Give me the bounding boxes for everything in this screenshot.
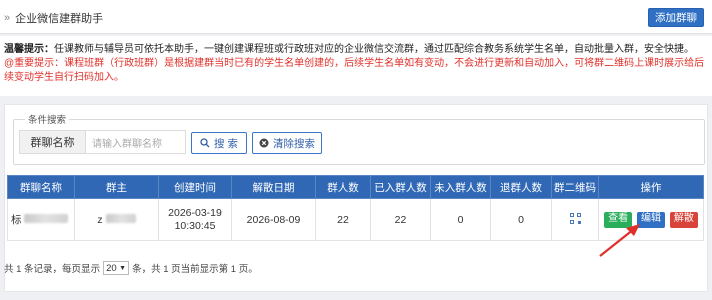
cell-actions: 查看 编辑 解散 [598, 198, 704, 241]
chevron-right-icon: » [4, 12, 11, 24]
table-row: 标 z 2026-03-19 10:30:45 2026-08-09 22 22… [7, 198, 704, 241]
col-group-name: 群聊名称 [7, 175, 75, 199]
page-info-text: 条，共 1 页当前显示第 1 页。 [132, 264, 258, 275]
table-header-row: 群聊名称 群主 创建时间 解散日期 群人数 已入群人数 未入群人数 退群人数 群… [7, 175, 704, 199]
col-left-count: 退群人数 [490, 175, 552, 199]
cell-qr-code [551, 198, 599, 241]
col-joined-count: 已入群人数 [370, 175, 431, 199]
qr-code-icon[interactable] [569, 212, 581, 224]
search-button[interactable]: 搜 索 [191, 132, 247, 154]
clear-search-button[interactable]: 清除搜索 [252, 132, 322, 154]
col-owner: 群主 [74, 175, 159, 199]
redacted-owner [105, 213, 136, 223]
notice-section: 温馨提示：任课教师与辅导员可依托本助手，一键创建课程班或行政班对应的企业微信交流… [0, 36, 712, 96]
tip-text: 任课教师与辅导员可依托本助手，一键创建课程班或行政班对应的企业微信交流群，通过匹… [54, 44, 694, 55]
search-button-label: 搜 索 [214, 137, 238, 150]
created-date: 2026-03-19 [168, 206, 222, 219]
page-title: » 企业微信建群助手 [4, 10, 103, 26]
clear-button-label: 清除搜索 [273, 137, 315, 150]
col-qr-code: 群二维码 [551, 175, 599, 199]
tip-label: 温馨提示： [4, 44, 54, 55]
cell-owner: z [74, 198, 159, 241]
page-size-select[interactable]: 20 ▼ [103, 261, 130, 275]
view-button[interactable]: 查看 [604, 211, 633, 228]
dissolve-button[interactable]: 解散 [669, 211, 698, 228]
owner-prefix: z [97, 213, 103, 226]
cell-dissolve-date: 2026-08-09 [231, 198, 316, 241]
page-title-text: 企业微信建群助手 [15, 13, 104, 25]
tip-paragraph: 温馨提示：任课教师与辅导员可依托本助手，一键创建课程班或行政班对应的企业微信交流… [4, 43, 708, 57]
cell-created-time: 2026-03-19 10:30:45 [158, 198, 232, 241]
cell-left-count: 0 [490, 198, 552, 241]
created-time: 10:30:45 [174, 219, 216, 232]
cell-not-joined-count: 0 [430, 198, 491, 241]
page-size-value: 20 [106, 262, 117, 274]
cell-group-name: 标 [7, 198, 75, 241]
redacted-group-name [24, 214, 69, 223]
groups-table: 群聊名称 群主 创建时间 解散日期 群人数 已入群人数 未入群人数 退群人数 群… [7, 175, 704, 241]
group-name-input[interactable]: 请输入群聊名称 [86, 130, 186, 154]
page-header: » 企业微信建群助手 添加群聊 [0, 0, 712, 34]
col-not-joined-count: 未入群人数 [430, 175, 491, 199]
cell-joined-count: 22 [370, 198, 431, 241]
col-actions: 操作 [598, 175, 704, 199]
total-records-text: 共 1 条记录，每页显示 [4, 264, 101, 275]
warning-text: @重要提示：课程班群（行政班群）是根据建群当时已有的学生名单创建的，后续学生名单… [4, 58, 705, 83]
pagination-info: 共 1 条记录，每页显示 20 ▼ 条，共 1 页当前显示第 1 页。 [4, 261, 258, 275]
search-legend: 条件搜索 [25, 112, 70, 126]
edit-button[interactable]: 编辑 [637, 211, 665, 228]
group-name-prefix: 标 [11, 214, 22, 226]
clear-icon [259, 138, 269, 148]
col-created-time: 创建时间 [158, 175, 232, 199]
col-dissolve-date: 解散日期 [231, 175, 316, 199]
col-member-count: 群人数 [315, 175, 371, 199]
chevron-down-icon: ▼ [119, 264, 127, 272]
group-name-label: 群聊名称 [19, 130, 86, 154]
add-group-button[interactable]: 添加群聊 [648, 8, 704, 27]
cell-member-count: 22 [315, 198, 371, 241]
search-icon [200, 138, 210, 148]
